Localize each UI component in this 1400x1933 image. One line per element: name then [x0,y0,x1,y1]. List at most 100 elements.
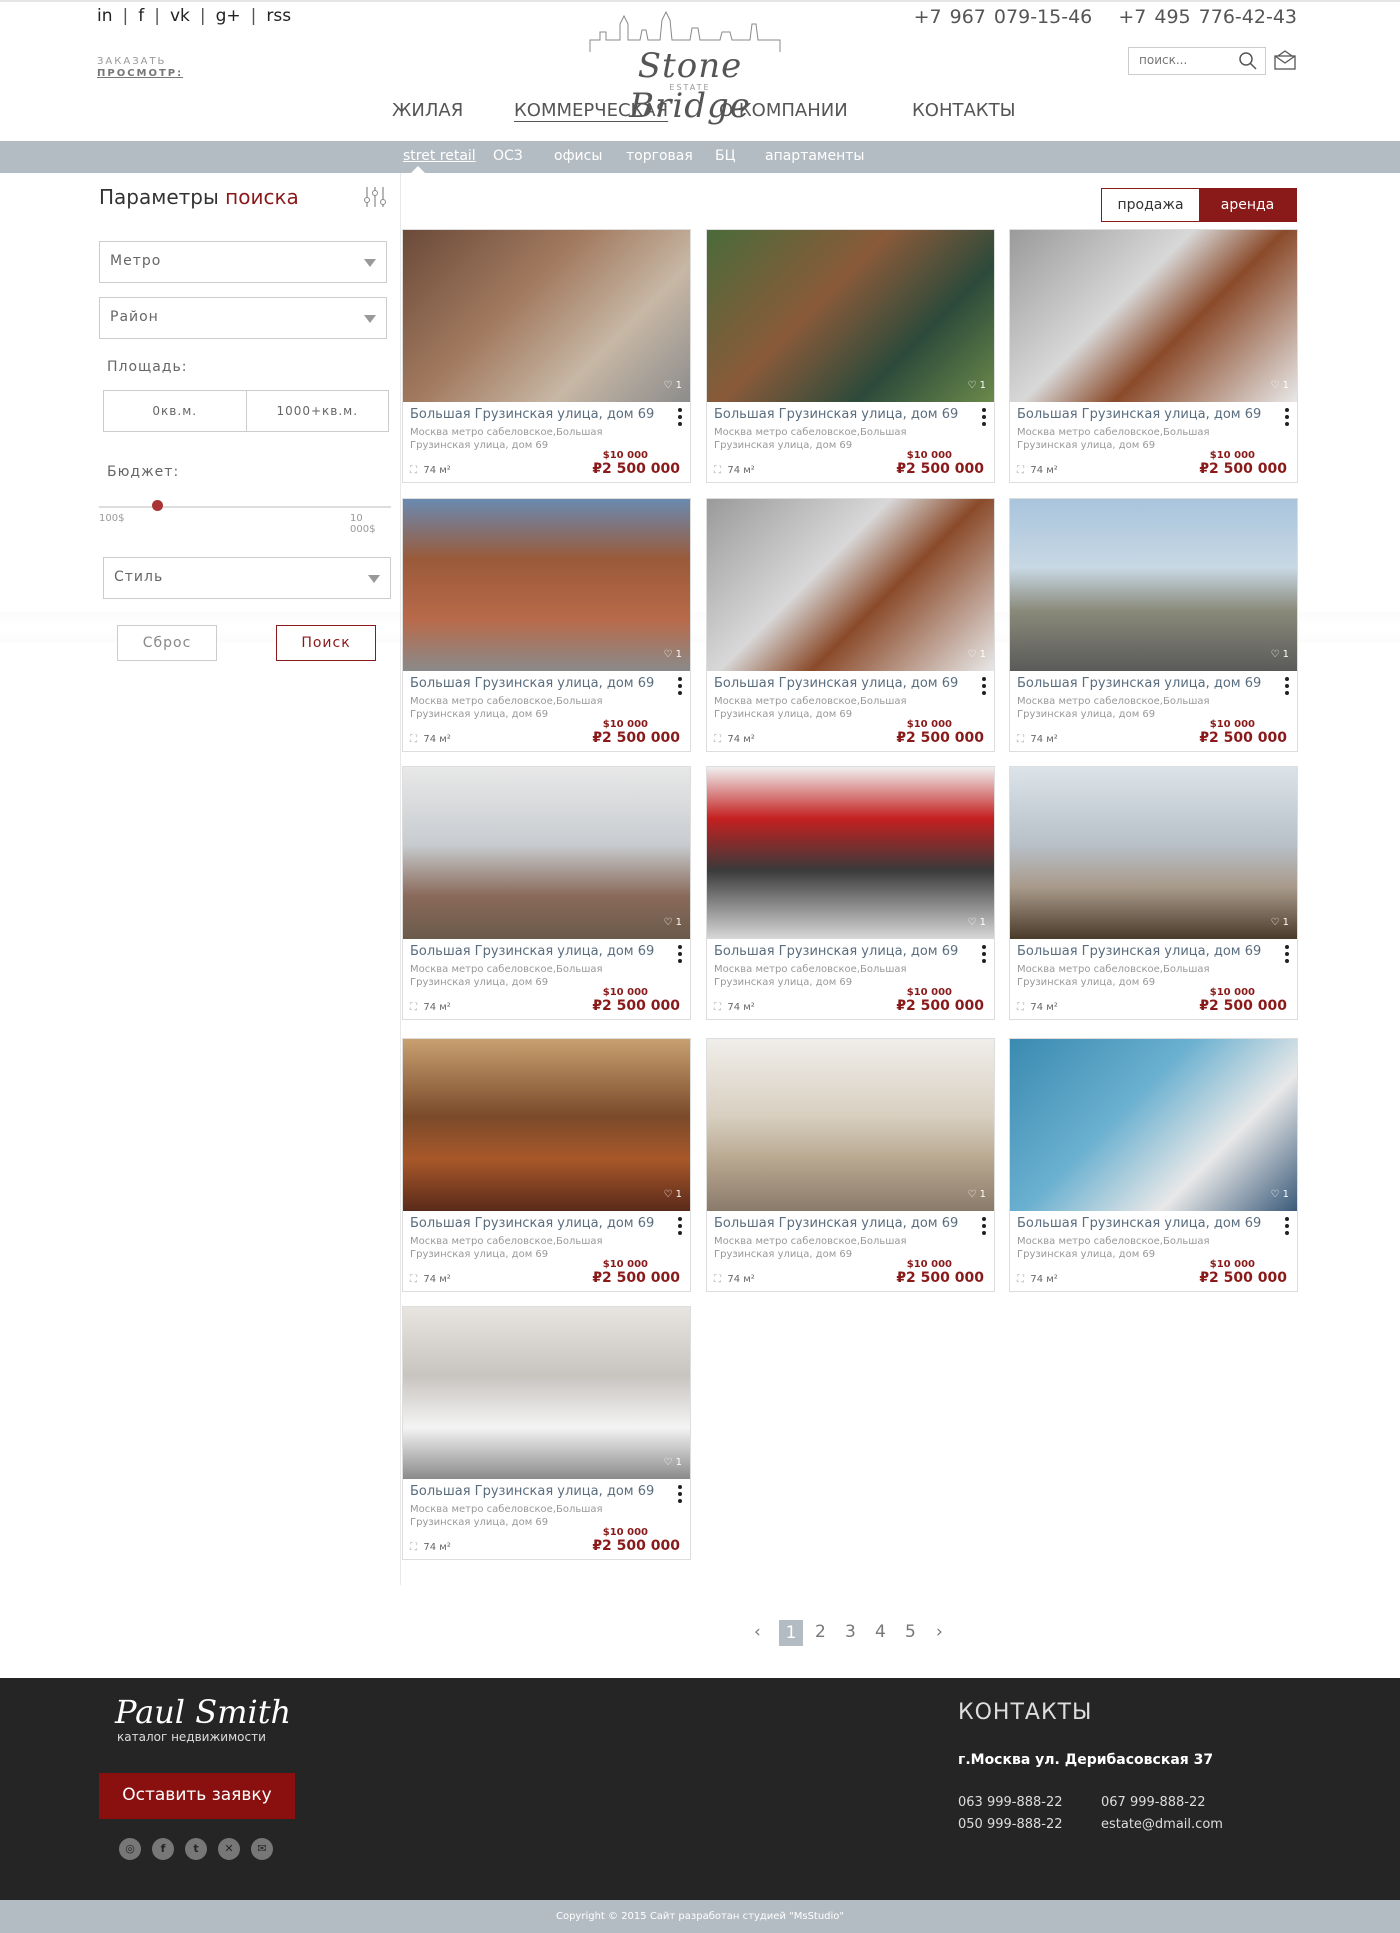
prev-page-icon[interactable]: ‹ [754,1622,761,1642]
listing-photo[interactable] [403,767,690,939]
next-page-icon[interactable]: › [936,1622,943,1642]
nav-commercial[interactable]: КОММЕРЧЕСКАЯ [514,100,668,121]
facebook-icon[interactable]: f [152,1838,174,1860]
heart-icon[interactable]: ♡ 1 [967,917,986,928]
heart-icon[interactable]: ♡ 1 [663,917,682,928]
listing-photo[interactable] [403,230,690,402]
search-button[interactable]: Поиск [276,625,376,661]
listing-title[interactable]: Большая Грузинская улица, дом 69 [410,1216,654,1231]
more-options-icon[interactable] [678,945,682,966]
page-1[interactable]: 1 [779,1620,803,1646]
listing-card[interactable]: ♡ 1 Большая Грузинская улица, дом 69 Москв… [706,1038,995,1292]
request-button[interactable]: Оставить заявку [99,1773,295,1819]
more-options-icon[interactable] [678,677,682,698]
listing-title[interactable]: Большая Грузинская улица, дом 69 [410,676,654,691]
more-options-icon[interactable] [1285,1217,1289,1238]
search-icon[interactable] [1239,52,1257,70]
subnav-osz[interactable]: ОСЗ [493,148,523,164]
twitter-icon[interactable]: t [185,1838,207,1860]
listing-card[interactable]: ♡ 1 Большая Грузинская улица, дом 69 Москв… [402,498,691,752]
listing-card[interactable]: ♡ 1 Большая Грузинская улица, дом 69 Москв… [402,1038,691,1292]
footer-phone-1[interactable]: 063 999-888-22 [958,1795,1063,1810]
subnav-offices[interactable]: офисы [554,148,602,164]
more-options-icon[interactable] [982,945,986,966]
listing-photo[interactable] [707,499,994,671]
listing-title[interactable]: Большая Грузинская улица, дом 69 [410,407,654,422]
listing-card[interactable]: ♡ 1 Большая Грузинская улица, дом 69 Москв… [706,766,995,1020]
listing-photo[interactable] [707,1039,994,1211]
footer-logo[interactable]: Paul Smith [115,1693,291,1731]
budget-slider-handle[interactable] [152,500,164,511]
page-3[interactable]: 3 [845,1622,856,1642]
listing-card[interactable]: ♡ 1 Большая Грузинская улица, дом 69 Москв… [402,229,691,483]
page-4[interactable]: 4 [875,1622,886,1642]
listing-title[interactable]: Большая Грузинская улица, дом 69 [714,1216,958,1231]
mail-icon[interactable]: ✉ [251,1838,273,1860]
reset-button[interactable]: Сброс [117,625,217,661]
style-select[interactable]: Стиль [103,557,391,599]
listing-card[interactable]: ♡ 1 Большая Грузинская улица, дом 69 Москв… [402,766,691,1020]
heart-icon[interactable]: ♡ 1 [1270,917,1289,928]
vk-link[interactable]: vk [170,6,190,26]
footer-phone-3[interactable]: 050 999-888-22 [958,1817,1063,1832]
heart-icon[interactable]: ♡ 1 [663,380,682,391]
listing-title[interactable]: Большая Грузинская улица, дом 69 [1017,407,1261,422]
listing-photo[interactable] [403,499,690,671]
listing-card[interactable]: ♡ 1 Большая Грузинская улица, дом 69 Москв… [1009,498,1298,752]
rss-link[interactable]: rss [266,6,291,26]
google-plus-link[interactable]: g+ [216,6,241,26]
listing-photo[interactable] [707,230,994,402]
google-plus-icon[interactable]: ✕ [218,1838,240,1860]
listing-photo[interactable] [403,1307,690,1479]
nav-contacts[interactable]: КОНТАКТЫ [912,100,1015,121]
heart-icon[interactable]: ♡ 1 [1270,380,1289,391]
more-options-icon[interactable] [1285,945,1289,966]
heart-icon[interactable]: ♡ 1 [663,1457,682,1468]
heart-icon[interactable]: ♡ 1 [967,649,986,660]
rent-tab[interactable]: аренда [1199,189,1296,221]
more-options-icon[interactable] [1285,408,1289,429]
subnav-street-retail[interactable]: stret retail [403,148,476,164]
instagram-icon[interactable]: ◎ [119,1838,141,1860]
nav-about[interactable]: О КОМПАНИИ [719,100,848,121]
subnav-retail[interactable]: торговая [626,148,693,164]
listing-title[interactable]: Большая Грузинская улица, дом 69 [410,944,654,959]
listing-photo[interactable] [1010,1039,1297,1211]
listing-card[interactable]: ♡ 1 Большая Грузинская улица, дом 69 Москв… [706,229,995,483]
site-logo[interactable]: Stone Bridge ESTATE [580,10,800,126]
subnav-bc[interactable]: БЦ [715,148,735,164]
listing-title[interactable]: Большая Грузинская улица, дом 69 [714,944,958,959]
footer-phone-2[interactable]: 067 999-888-22 [1101,1795,1206,1810]
heart-icon[interactable]: ♡ 1 [663,1189,682,1200]
listing-photo[interactable] [403,1039,690,1211]
more-options-icon[interactable] [678,1217,682,1238]
nav-residential[interactable]: ЖИЛАЯ [392,100,463,121]
listing-title[interactable]: Большая Грузинская улица, дом 69 [1017,1216,1261,1231]
listing-title[interactable]: Большая Грузинская улица, дом 69 [714,407,958,422]
budget-slider-track[interactable] [99,506,391,508]
heart-icon[interactable]: ♡ 1 [663,649,682,660]
listing-photo[interactable] [1010,230,1297,402]
phone-2[interactable]: +7 495 776-42-43 [1118,6,1297,28]
district-select[interactable]: Район [99,297,387,339]
more-options-icon[interactable] [982,677,986,698]
listing-title[interactable]: Большая Грузинская улица, дом 69 [714,676,958,691]
listing-title[interactable]: Большая Грузинская улица, дом 69 [1017,676,1261,691]
sale-tab[interactable]: продажа [1102,189,1199,221]
metro-select[interactable]: Метро [99,241,387,283]
subnav-apartments[interactable]: апартаменты [765,148,864,164]
page-5[interactable]: 5 [905,1622,916,1642]
filter-settings-icon[interactable] [363,185,387,209]
listing-photo[interactable] [1010,499,1297,671]
more-options-icon[interactable] [1285,677,1289,698]
more-options-icon[interactable] [678,1485,682,1506]
heart-icon[interactable]: ♡ 1 [1270,649,1289,660]
more-options-icon[interactable] [678,408,682,429]
heart-icon[interactable]: ♡ 1 [967,1189,986,1200]
heart-icon[interactable]: ♡ 1 [967,380,986,391]
listing-card[interactable]: ♡ 1 Большая Грузинская улица, дом 69 Москв… [706,498,995,752]
listing-title[interactable]: Большая Грузинская улица, дом 69 [1017,944,1261,959]
listing-title[interactable]: Большая Грузинская улица, дом 69 [410,1484,654,1499]
mail-icon[interactable] [1274,50,1296,70]
listing-card[interactable]: ♡ 1 Большая Грузинская улица, дом 69 Москв… [1009,229,1298,483]
